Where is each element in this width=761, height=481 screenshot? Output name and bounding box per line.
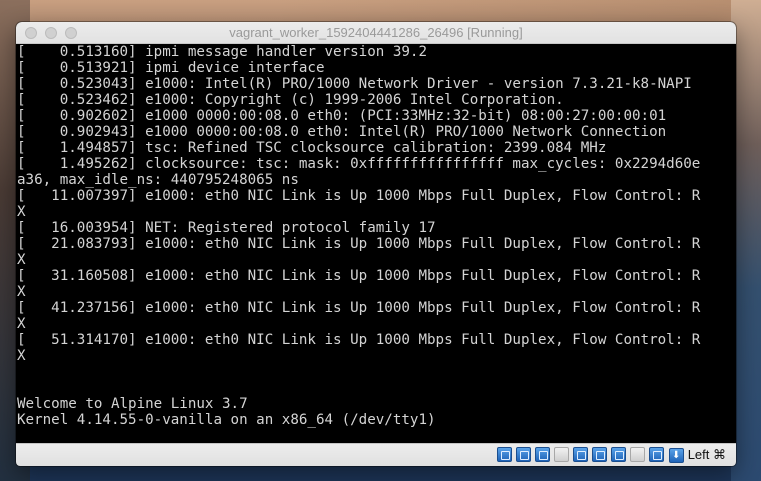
video-capture-icon[interactable]: [592, 447, 607, 462]
console-line: [ 0.902943] e1000 0000:00:08.0 eth0: Int…: [17, 124, 667, 140]
optical-drive-icon[interactable]: [497, 447, 512, 462]
console-line: X: [17, 316, 26, 332]
console-line: X: [17, 284, 26, 300]
console-line: Welcome to Alpine Linux 3.7: [17, 396, 248, 412]
console-line: Kernel 4.14.55-0-vanilla on an x86_64 (/…: [17, 412, 436, 428]
console-line: [ 31.160508] e1000: eth0 NIC Link is Up …: [17, 268, 701, 284]
shared-folders-icon[interactable]: [554, 447, 569, 462]
console-line: a36, max_idle_ns: 440795248065 ns: [17, 172, 299, 188]
console-line: [ 1.494857] tsc: Refined TSC clocksource…: [17, 140, 607, 156]
console-line: [ 51.314170] e1000: eth0 NIC Link is Up …: [17, 332, 701, 348]
vm-console-screen[interactable]: [ 0.513160] ipmi message handler version…: [16, 44, 736, 443]
console-line: [ 0.523043] e1000: Intel(R) PRO/1000 Net…: [17, 76, 692, 92]
console-line: X: [17, 204, 26, 220]
console-line: [ 1.495262] clocksource: tsc: mask: 0xff…: [17, 156, 701, 172]
status-bar: ⬇ Left ⌘: [16, 443, 736, 466]
host-key-arrow-icon: ⬇: [668, 447, 684, 463]
mouse-integration-icon[interactable]: [630, 447, 645, 462]
virtualbox-vm-window: vagrant_worker_1592404441286_26496 [Runn…: [16, 22, 736, 466]
title-bar[interactable]: vagrant_worker_1592404441286_26496 [Runn…: [16, 22, 736, 44]
console-line: [ 0.513160] ipmi message handler version…: [17, 44, 427, 60]
usb-icon[interactable]: [535, 447, 550, 462]
console-line: [ 0.902602] e1000 0000:00:08.0 eth0: (PC…: [17, 108, 667, 124]
cpu-icon[interactable]: [611, 447, 626, 462]
network-icon[interactable]: [516, 447, 531, 462]
host-key-indicator[interactable]: ⬇ Left ⌘: [668, 447, 726, 463]
display-icon[interactable]: [573, 447, 588, 462]
host-key-label: Left ⌘: [687, 447, 726, 462]
console-line: [ 21.083793] e1000: eth0 NIC Link is Up …: [17, 236, 701, 252]
console-line: X: [17, 348, 26, 364]
window-title: vagrant_worker_1592404441286_26496 [Runn…: [229, 25, 523, 40]
console-line: [ 0.513921] ipmi device interface: [17, 60, 325, 76]
keyboard-icon[interactable]: [649, 447, 664, 462]
status-bar-icons: [497, 447, 664, 462]
console-line: X: [17, 252, 26, 268]
console-line: [ 41.237156] e1000: eth0 NIC Link is Up …: [17, 300, 701, 316]
console-line: [ 0.523462] e1000: Copyright (c) 1999-20…: [17, 92, 564, 108]
console-line: [ 16.003954] NET: Registered protocol fa…: [17, 220, 436, 236]
console-line: [ 11.007397] e1000: eth0 NIC Link is Up …: [17, 188, 701, 204]
